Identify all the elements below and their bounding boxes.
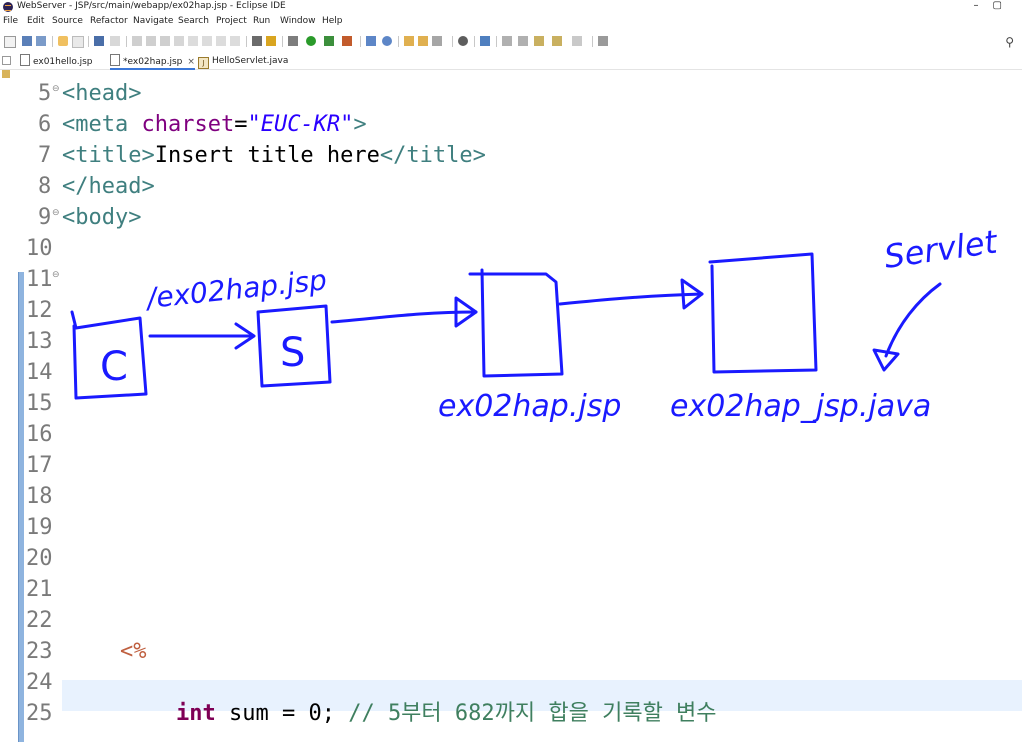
jsp-box: [468, 268, 564, 378]
jsp-file-label: ex02hap.jsp: [438, 389, 621, 424]
servlet-label: Servlet: [882, 222, 1001, 276]
jsp-to-java-arrow: [558, 292, 704, 306]
client-label: C: [100, 344, 128, 390]
servlet-arrowhead: [872, 348, 900, 372]
servlet-arrow: [884, 282, 942, 358]
handwritten-diagram: C S /ex02hap.jsp ex02hap.jsp ex02hap_jsp…: [70, 222, 1001, 424]
java-box: [708, 252, 818, 374]
java-file-label: ex02hap_jsp.java: [670, 389, 931, 424]
server-to-jsp-arrow: [330, 310, 478, 324]
server-label: S: [280, 330, 305, 376]
